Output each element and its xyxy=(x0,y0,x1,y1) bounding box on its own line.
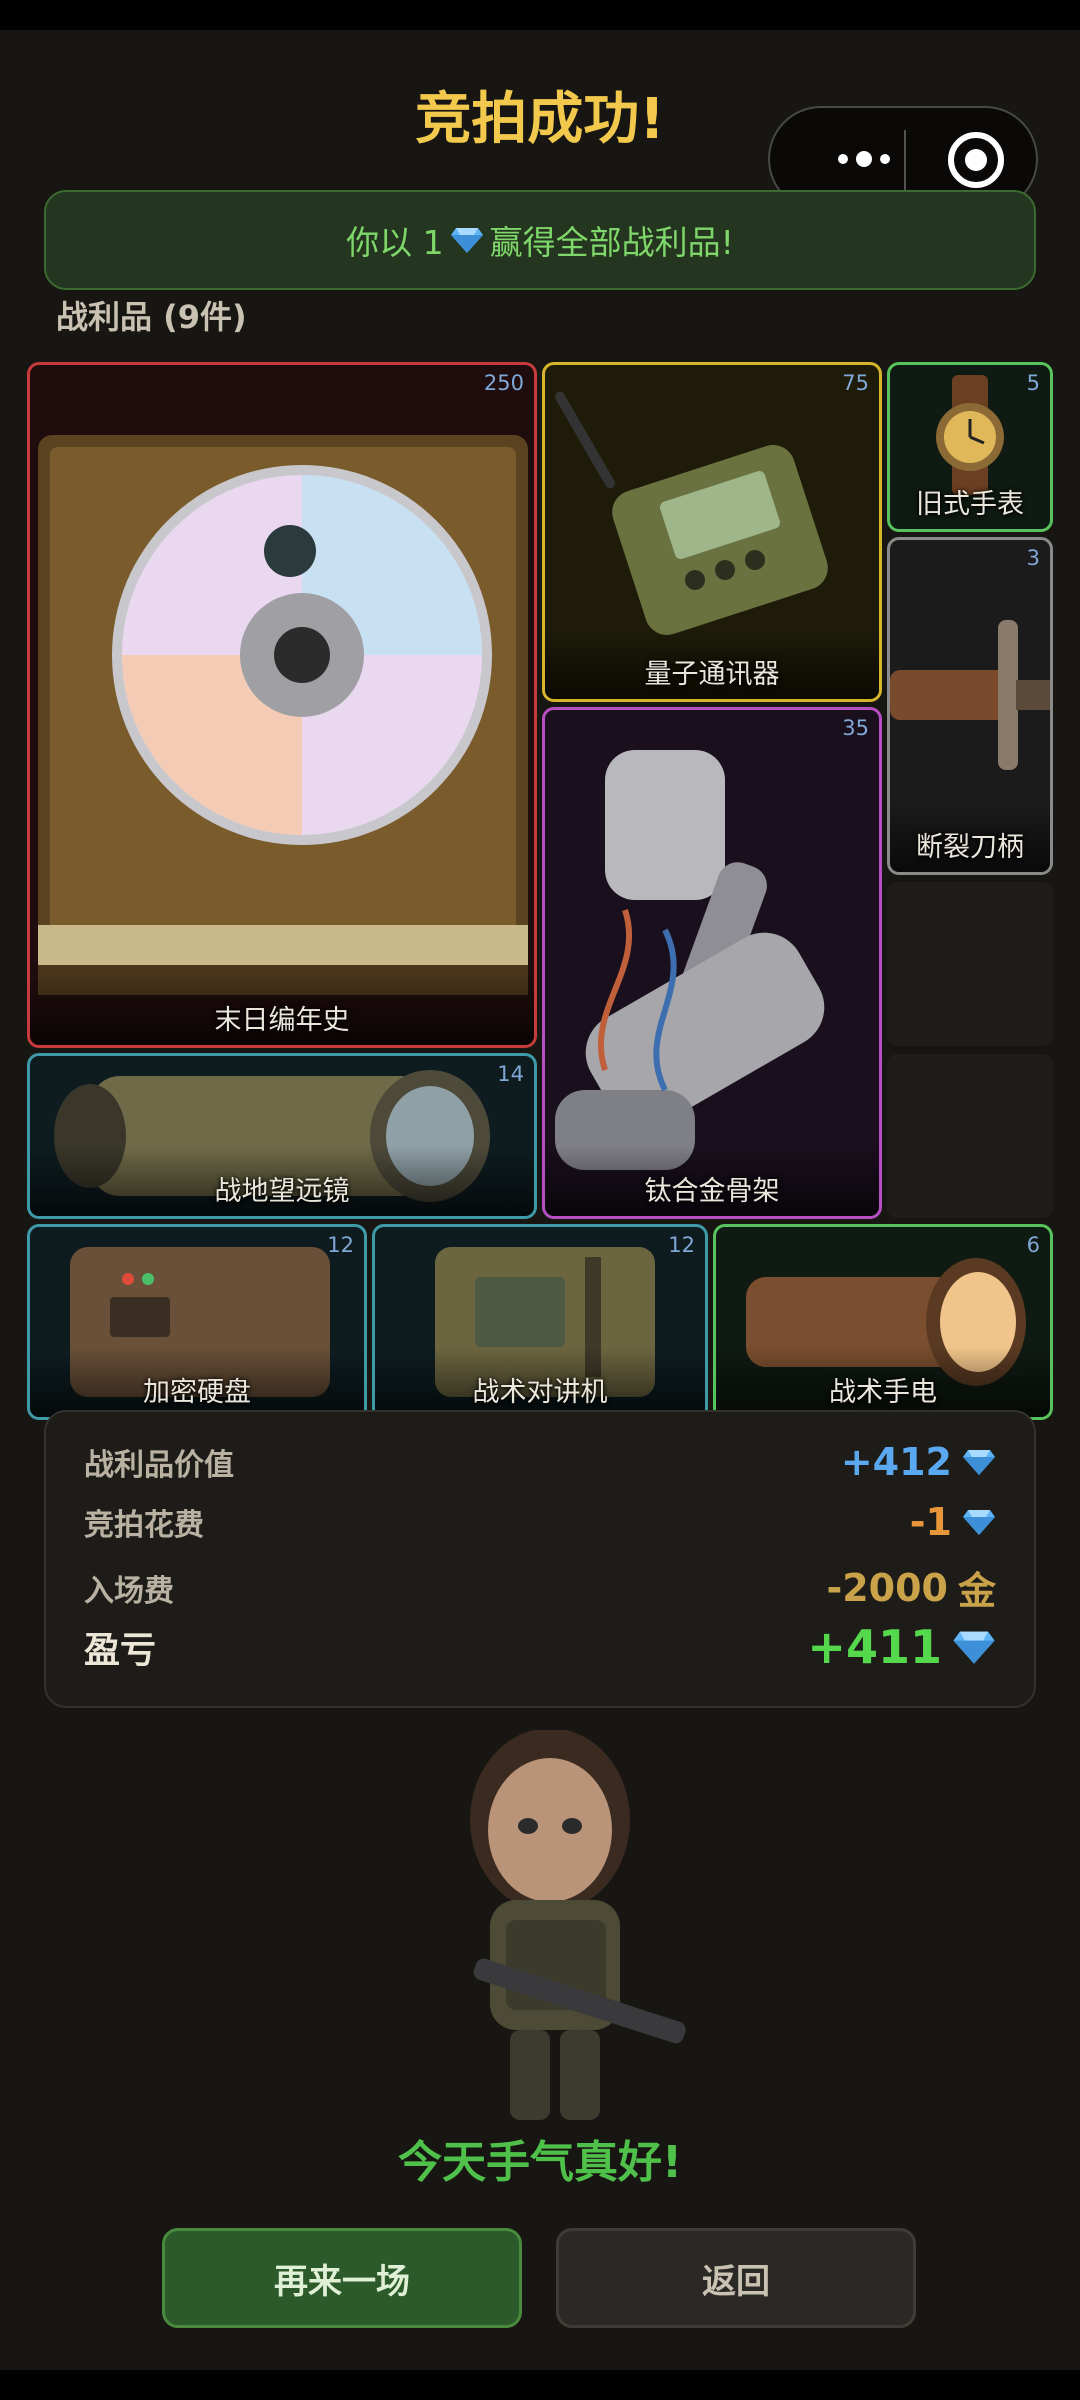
chronicle-image xyxy=(30,365,534,1045)
loot-value-label: 战利品价值 xyxy=(84,1448,234,1483)
loot-item-old-watch[interactable]: 5 旧式手表 xyxy=(887,362,1053,532)
loot-value-number: +412 xyxy=(840,1440,952,1484)
item-quantity: 12 xyxy=(327,1233,354,1257)
item-quantity: 75 xyxy=(842,371,869,395)
loot-value-amount: +412 xyxy=(841,1440,996,1484)
loot-item-titanium-skeleton[interactable]: 35 钛合金骨架 xyxy=(542,707,882,1219)
item-name: 旧式手表 xyxy=(916,489,1024,520)
bid-cost-number: -1 xyxy=(909,1500,952,1544)
item-name: 战地望远镜 xyxy=(214,1176,350,1207)
bid-cost-label: 竞拍花费 xyxy=(84,1508,204,1543)
loot-item-field-binoculars[interactable]: 14 战地望远镜 xyxy=(27,1053,537,1219)
item-quantity: 6 xyxy=(1026,1233,1040,1257)
diamond-icon xyxy=(962,1448,996,1476)
summary-profit: 盈亏 +411 xyxy=(84,1620,996,1674)
empty-slot xyxy=(887,882,1053,1046)
loot-heading: 战利品 (9件) xyxy=(56,298,247,336)
diamond-icon xyxy=(952,1629,996,1665)
entry-fee-amount: -2000 金 xyxy=(826,1560,996,1615)
character-message: 今天手气真好! xyxy=(397,2137,683,2188)
summary-bid-cost: 竞拍花费 -1 xyxy=(84,1500,996,1544)
banner-prefix: 你以 1 xyxy=(346,223,444,262)
loot-item-tactical-flashlight[interactable]: 6 战术手电 xyxy=(713,1224,1053,1420)
loot-item-doomsday-chronicle[interactable]: 250 末日编年史 xyxy=(27,362,537,1048)
bid-cost-amount: -1 xyxy=(910,1500,996,1544)
close-circle-icon[interactable] xyxy=(948,132,1004,188)
loot-item-tactical-radio[interactable]: 12 战术对讲机 xyxy=(372,1224,708,1420)
win-banner: 你以 1 赢得全部战利品! xyxy=(44,190,1036,290)
profit-amount: +411 xyxy=(807,1620,996,1674)
loot-item-encrypted-drive[interactable]: 12 加密硬盘 xyxy=(27,1224,367,1420)
play-again-button[interactable]: 再来一场 xyxy=(162,2228,522,2328)
item-quantity: 250 xyxy=(483,371,524,395)
character-avatar xyxy=(420,1728,700,2130)
item-name: 量子通讯器 xyxy=(644,659,780,690)
loot-item-quantum-communicator[interactable]: 75 量子通讯器 xyxy=(542,362,882,702)
summary-loot-value: 战利品价值 +412 xyxy=(84,1440,996,1484)
item-quantity: 14 xyxy=(497,1062,524,1086)
summary-entry-fee: 入场费 -2000 金 xyxy=(84,1560,996,1615)
diamond-icon xyxy=(962,1508,996,1536)
item-name: 钛合金骨架 xyxy=(644,1176,780,1207)
profit-label: 盈亏 xyxy=(84,1630,157,1671)
loot-item-broken-hilt[interactable]: 3 断裂刀柄 xyxy=(887,537,1053,875)
banner-suffix: 赢得全部战利品! xyxy=(489,223,734,262)
back-button[interactable]: 返回 xyxy=(556,2228,916,2328)
profit-number: +411 xyxy=(807,1620,942,1674)
item-name: 战术手电 xyxy=(829,1377,937,1408)
item-name: 加密硬盘 xyxy=(143,1377,251,1408)
capsule-divider xyxy=(904,130,906,190)
empty-slot xyxy=(887,1054,1053,1218)
system-nav-bar xyxy=(0,2370,1080,2400)
entry-fee-number: -2000 xyxy=(826,1565,948,1610)
item-quantity: 5 xyxy=(1026,371,1040,395)
item-name: 末日编年史 xyxy=(214,1005,350,1036)
result-summary: 战利品价值 +412 竞拍花费 -1 入场费 -2000 金 盈亏 +411 xyxy=(44,1410,1036,1708)
item-quantity: 35 xyxy=(842,716,869,740)
entry-fee-label: 入场费 xyxy=(84,1573,174,1609)
app-screen: 竞拍成功! 你以 1 赢得全部战利品! 战利品 (9件) 250 末日编年史 7… xyxy=(0,30,1080,2370)
item-quantity: 12 xyxy=(668,1233,695,1257)
skeleton-image xyxy=(545,710,879,1216)
diamond-icon xyxy=(450,226,484,254)
item-quantity: 3 xyxy=(1026,546,1040,570)
item-name: 断裂刀柄 xyxy=(916,832,1024,863)
item-name: 战术对讲机 xyxy=(472,1377,608,1408)
gold-unit: 金 xyxy=(957,1569,996,1613)
